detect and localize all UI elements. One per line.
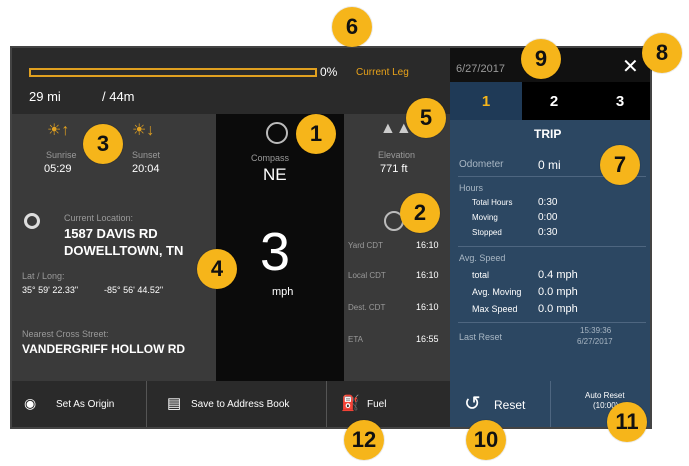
progress-bar: [29, 68, 317, 77]
callout-4: 4: [197, 249, 237, 289]
eta-label: ETA: [348, 335, 363, 344]
address-book-icon: ▤: [167, 395, 182, 412]
last-reset-time: 15:39:36: [580, 326, 612, 335]
speed-unit: mph: [272, 286, 294, 298]
odometer-value: 0 mi: [538, 158, 561, 172]
moving-label: Moving: [472, 213, 498, 222]
auto-reset-line-1: Auto Reset: [585, 391, 625, 400]
reset-icon: ↺: [464, 393, 481, 415]
fuel-button[interactable]: ⛽ Fuel: [327, 381, 450, 427]
longitude-value: -85° 56' 44.52": [104, 285, 164, 295]
sunset-icon: ☀︎↓: [132, 122, 155, 139]
sunrise-icon: ☀︎↑: [47, 122, 70, 139]
date-label: 6/27/2017: [456, 63, 505, 75]
max-speed-label: Max Speed: [472, 304, 518, 314]
callout-6: 6: [332, 7, 372, 47]
location-panel: Current Location: 1587 DAVIS RD DOWELLTO…: [12, 207, 216, 381]
callout-8: 8: [642, 33, 682, 73]
save-address-label: Save to Address Book: [191, 399, 290, 410]
moving-value: 0:00: [538, 212, 558, 223]
callout-9: 9: [521, 39, 561, 79]
callout-1: 1: [296, 114, 336, 154]
callout-11: 11: [607, 402, 647, 442]
cross-street-label: Nearest Cross Street:: [22, 329, 109, 339]
callout-2: 2: [400, 193, 440, 233]
local-time-label: Local CDT: [348, 271, 386, 280]
progress-percent: 0%: [320, 65, 338, 79]
total-hours-value: 0:30: [538, 197, 558, 208]
tab-2-label: 2: [549, 92, 559, 110]
reset-button[interactable]: ↺ Reset: [450, 381, 550, 427]
avg-moving-value: 0.0 mph: [538, 286, 578, 298]
times-panel: Yard CDT 16:10 Local CDT 16:10 Dest. CDT…: [344, 207, 450, 381]
elevation-value: 771 ft: [380, 163, 408, 175]
stopped-label: Stopped: [472, 228, 502, 237]
save-address-button[interactable]: ▤ Save to Address Book: [147, 381, 326, 427]
sunset-label: Sunset: [132, 150, 161, 160]
location-target-icon: [24, 213, 40, 229]
close-icon[interactable]: ✕: [622, 54, 639, 79]
latlong-label: Lat / Long:: [22, 271, 65, 281]
max-speed-value: 0.0 mph: [538, 303, 578, 315]
local-time-value: 16:10: [416, 270, 439, 280]
callout-7: 7: [600, 145, 640, 185]
location-pin-icon: ◉: [24, 395, 37, 411]
fuel-icon: ⛽: [341, 395, 360, 412]
compass-icon: [266, 122, 288, 144]
yard-time-label: Yard CDT: [348, 241, 383, 250]
location-line-1: 1587 DAVIS RD: [64, 226, 158, 241]
dest-time-label: Dest. CDT: [348, 303, 386, 312]
avg-total-label: total: [472, 270, 490, 280]
sunrise-label: Sunrise: [46, 150, 77, 160]
reset-label: Reset: [494, 398, 526, 412]
elevation-label: Elevation: [378, 150, 416, 160]
trip-title: TRIP: [534, 127, 562, 141]
tab-3[interactable]: 3: [586, 82, 650, 120]
speed-value: 3: [260, 222, 291, 282]
current-leg-label: Current Leg: [356, 67, 409, 78]
tab-3-label: 3: [615, 92, 625, 110]
total-hours-label: Total Hours: [472, 198, 513, 207]
callout-3: 3: [83, 124, 123, 164]
cross-street-value: VANDERGRIFF HOLLOW RD: [22, 342, 186, 356]
set-origin-button[interactable]: ◉ Set As Origin: [12, 381, 146, 427]
callout-10: 10: [466, 420, 506, 460]
divider: [458, 322, 646, 323]
current-location-label: Current Location:: [64, 213, 134, 223]
hours-label: Hours: [459, 183, 484, 193]
location-line-2: DOWELLTOWN, TN: [64, 243, 184, 258]
callout-12: 12: [344, 420, 384, 460]
callout-5: 5: [406, 98, 446, 138]
avg-speed-label: Avg. Speed: [459, 253, 506, 263]
distance-done: 29 mi: [29, 89, 61, 104]
compass-value: NE: [263, 165, 287, 184]
fuel-label: Fuel: [367, 399, 387, 410]
compass-label: Compass: [251, 153, 290, 163]
distance-total: / 44m: [102, 89, 135, 104]
tab-2[interactable]: 2: [522, 82, 586, 120]
stopped-value: 0:30: [538, 227, 558, 238]
tab-1[interactable]: 1: [450, 82, 522, 120]
avg-total-value: 0.4 mph: [538, 269, 578, 281]
eta-value: 16:55: [416, 334, 439, 344]
sunrise-time: 05:29: [44, 163, 72, 175]
set-origin-label: Set As Origin: [56, 399, 115, 410]
last-reset-date: 6/27/2017: [577, 337, 613, 346]
latitude-value: 35° 59' 22.33": [22, 285, 79, 295]
yard-time-value: 16:10: [416, 240, 439, 250]
sunset-time: 20:04: [132, 163, 160, 175]
trip-progress-panel: 0% Current Leg 29 mi / 44m: [12, 48, 450, 114]
tab-1-label: 1: [481, 92, 491, 110]
trip-info-screen: 0% Current Leg 29 mi / 44m 6/27/2017 ✕ 1…: [10, 46, 652, 429]
divider: [458, 246, 646, 247]
odometer-label: Odometer: [459, 159, 504, 170]
dest-time-value: 16:10: [416, 302, 439, 312]
avg-moving-label: Avg. Moving: [472, 287, 522, 297]
speed-panel: 3 mph: [216, 207, 344, 381]
last-reset-label: Last Reset: [459, 332, 503, 342]
